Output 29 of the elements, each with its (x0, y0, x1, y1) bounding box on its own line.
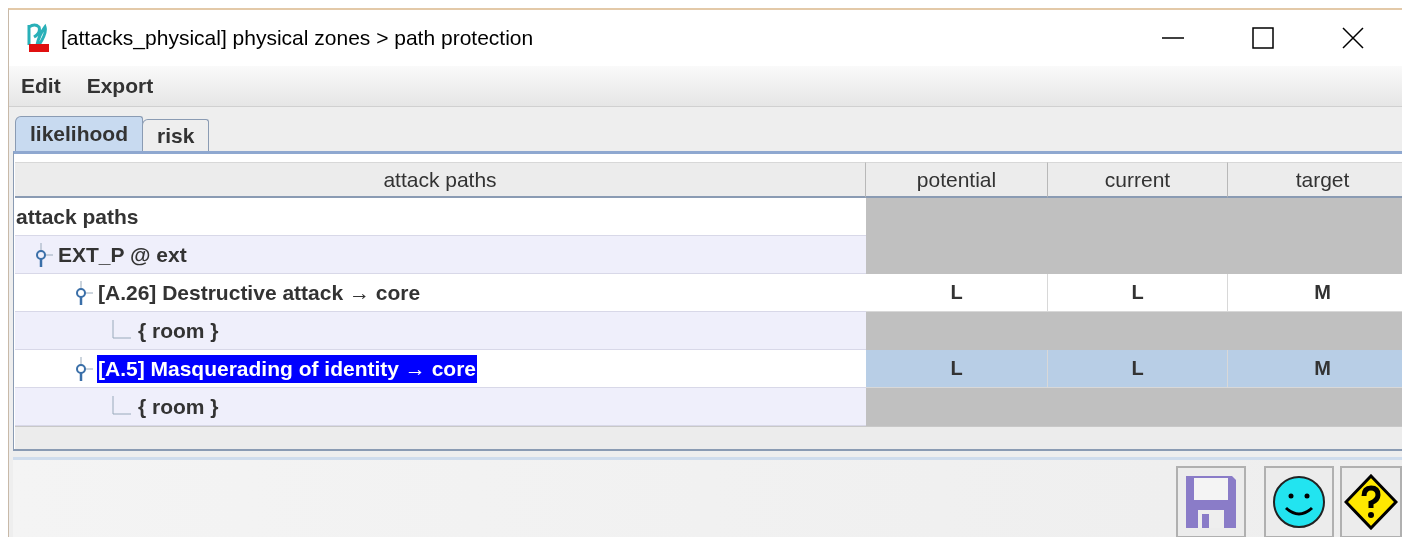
column-header[interactable]: target (1228, 162, 1402, 198)
column-header[interactable]: potential (866, 162, 1048, 198)
tree-node-label[interactable]: { room } (137, 392, 220, 421)
column-header[interactable]: current (1048, 162, 1228, 198)
tree-node-label[interactable]: { room } (137, 316, 220, 345)
window-title: [attacks_physical] physical zones > path protection (61, 26, 535, 50)
menu-item[interactable]: Edit (21, 74, 61, 98)
minimize-icon (1162, 37, 1184, 39)
table-cell: L (866, 350, 1048, 388)
tree-node-label[interactable]: [A.5] Masquerading of identity → core (97, 354, 478, 383)
menu-item[interactable]: Export (86, 74, 154, 98)
table-cell: L (866, 274, 1048, 312)
save-button[interactable] (1176, 466, 1246, 537)
close-icon (1342, 27, 1364, 49)
tree-node-label[interactable]: EXT_P @ ext (57, 240, 188, 269)
smiley-button[interactable] (1264, 466, 1334, 537)
column-header[interactable]: attack paths (15, 162, 866, 198)
tree-node-label[interactable]: attack paths (15, 202, 140, 231)
app-logo-icon (25, 23, 51, 53)
maximize-icon (1252, 27, 1274, 49)
table-cell: M (1228, 350, 1402, 388)
tab[interactable]: risk (142, 119, 210, 151)
table-cell: L (1048, 274, 1228, 312)
tree-line-icon (109, 319, 133, 342)
tree-node-label[interactable]: [A.26] Destructive attack → core (97, 278, 422, 307)
tab[interactable]: likelihood (15, 116, 143, 151)
help-button[interactable] (1340, 466, 1402, 537)
tree-line-icon (109, 395, 133, 418)
table-cell: L (1048, 350, 1228, 388)
